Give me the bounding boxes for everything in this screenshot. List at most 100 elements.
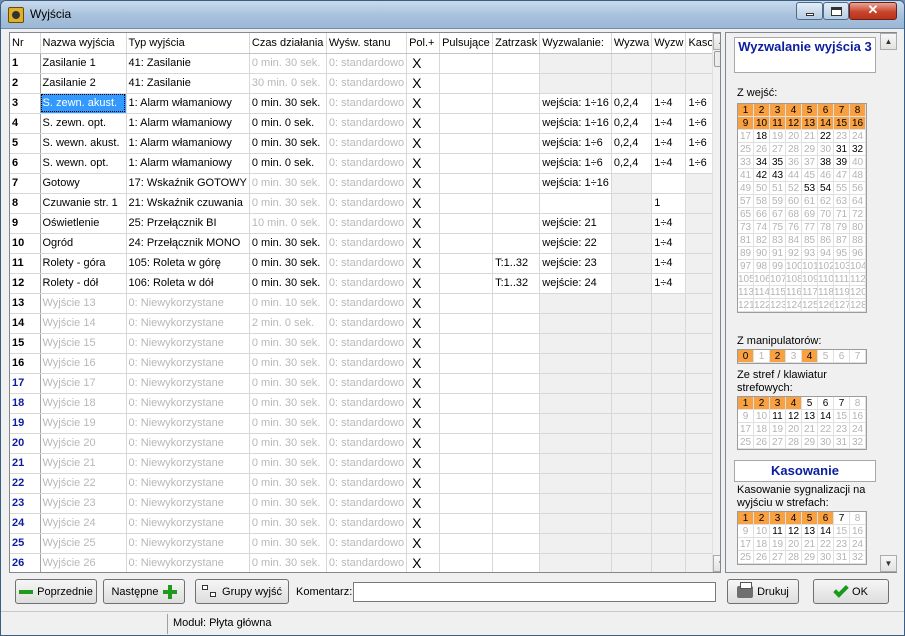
panel-scrollbar[interactable]: ▲ ▼ <box>880 33 897 572</box>
cell-state[interactable]: 0: standardowo <box>326 173 408 194</box>
selector-cell[interactable]: 33 <box>738 156 754 169</box>
column-header[interactable]: Nr <box>10 33 41 54</box>
selector-cell[interactable]: 1 <box>754 350 770 363</box>
table-row[interactable]: 26 Wyjście 26 0: Niewykorzystane 0 min. 30 … <box>10 553 717 572</box>
table-row[interactable]: 1 Zasilanie 1 41: Zasilanie 0 min. 30 sek. 0… <box>10 53 717 74</box>
selector-cell[interactable]: 85 <box>802 234 818 247</box>
cell-name[interactable]: Wyjście 18 <box>40 393 127 414</box>
selector-cell[interactable]: 19 <box>770 423 786 436</box>
cell-time[interactable]: 30 min. 0 sek. <box>249 73 327 94</box>
selector-cell[interactable]: 14 <box>818 117 834 130</box>
selector-cell[interactable]: 44 <box>786 169 802 182</box>
cell-state[interactable]: 0: standardowo <box>326 253 408 274</box>
cell-name[interactable]: Zasilanie 1 <box>40 53 127 74</box>
cell-name[interactable]: Czuwanie str. 1 <box>40 193 127 214</box>
comment-input[interactable] <box>353 582 716 602</box>
cell-latch[interactable] <box>492 373 541 394</box>
cell-puls[interactable] <box>439 493 494 514</box>
selector-cell[interactable]: 32 <box>850 436 866 449</box>
cell-type[interactable]: 0: Niewykorzystane <box>126 393 250 414</box>
cell-trig[interactable]: wejście: 22 <box>539 233 612 254</box>
cell-name[interactable]: Wyjście 13 <box>40 293 127 314</box>
cell-trig[interactable]: wejścia: 1÷6 <box>539 133 612 154</box>
print-button[interactable]: Drukuj <box>727 579 799 604</box>
cell-puls[interactable] <box>439 533 494 554</box>
scroll-up-icon[interactable]: ▲ <box>713 33 720 50</box>
selector-cell[interactable]: 15 <box>834 410 850 423</box>
cell-latch[interactable] <box>492 193 541 214</box>
cell-pol[interactable]: X <box>406 93 441 114</box>
output-groups-button[interactable]: Grupy wyjść <box>195 579 289 604</box>
table-row[interactable]: 15 Wyjście 15 0: Niewykorzystane 0 min. 30 … <box>10 333 717 354</box>
selector-cell[interactable]: 25 <box>738 551 754 564</box>
selector-cell[interactable]: 28 <box>786 551 802 564</box>
selector-cell[interactable]: 29 <box>802 143 818 156</box>
selector-cell[interactable]: 119 <box>834 286 850 299</box>
selector-cell[interactable]: 72 <box>850 208 866 221</box>
column-header[interactable]: Zatrzask <box>492 33 541 54</box>
cell-w2[interactable] <box>651 533 687 554</box>
selector-cell[interactable]: 25 <box>738 143 754 156</box>
selector-cell[interactable]: 30 <box>818 436 834 449</box>
cell-pol[interactable]: X <box>406 133 441 154</box>
cell-state[interactable]: 0: standardowo <box>326 133 408 154</box>
table-row[interactable]: 16 Wyjście 16 0: Niewykorzystane 0 min. 30 … <box>10 353 717 374</box>
close-button[interactable]: ✕ <box>849 2 897 20</box>
selector-cell[interactable]: 14 <box>818 410 834 423</box>
selector-cell[interactable]: 6 <box>818 512 834 525</box>
table-row[interactable]: 25 Wyjście 25 0: Niewykorzystane 0 min. 30 … <box>10 533 717 554</box>
selector-cell[interactable]: 2 <box>754 397 770 410</box>
selector-cell[interactable]: 11 <box>770 410 786 423</box>
selector-cell[interactable]: 70 <box>818 208 834 221</box>
selector-cell[interactable]: 48 <box>850 169 866 182</box>
table-row[interactable]: 24 Wyjście 24 0: Niewykorzystane 0 min. 30 … <box>10 513 717 534</box>
selector-cell[interactable]: 116 <box>786 286 802 299</box>
selector-cell[interactable]: 82 <box>754 234 770 247</box>
selector-cell[interactable]: 47 <box>834 169 850 182</box>
cell-type[interactable]: 1: Alarm włamaniowy <box>126 133 250 154</box>
cell-w2[interactable] <box>651 173 687 194</box>
table-row[interactable]: 8 Czuwanie str. 1 21: Wskaźnik czuwania 0 m… <box>10 193 717 214</box>
panel-scroll-up-icon[interactable]: ▲ <box>880 33 897 50</box>
cell-trig[interactable] <box>539 73 612 94</box>
selector-cell[interactable]: 5 <box>802 512 818 525</box>
selector-cell[interactable]: 112 <box>850 273 866 286</box>
selector-cell[interactable]: 120 <box>850 286 866 299</box>
cell-name[interactable]: Zasilanie 2 <box>40 73 127 94</box>
cell-trig[interactable] <box>539 393 612 414</box>
cell-time[interactable]: 0 min. 10 sek. <box>249 293 327 314</box>
cell-state[interactable]: 0: standardowo <box>326 113 408 134</box>
column-header[interactable]: Nazwa wyjścia <box>40 33 127 54</box>
cell-latch[interactable] <box>492 153 541 174</box>
selector-cell[interactable]: 4 <box>786 104 802 117</box>
cell-state[interactable]: 0: standardowo <box>326 433 408 454</box>
selector-cell[interactable]: 66 <box>754 208 770 221</box>
cell-state[interactable]: 0: standardowo <box>326 533 408 554</box>
selector-cell[interactable]: 36 <box>786 156 802 169</box>
cell-latch[interactable]: T:1..32 <box>492 253 541 274</box>
cell-w1[interactable] <box>611 273 653 294</box>
selector-cell[interactable]: 6 <box>818 397 834 410</box>
cell-pol[interactable]: X <box>406 253 441 274</box>
cell-w2[interactable] <box>651 553 687 572</box>
selector-cell[interactable]: 12 <box>786 410 802 423</box>
cell-type[interactable]: 24: Przełącznik MONO <box>126 233 250 254</box>
selector-cell[interactable]: 23 <box>834 130 850 143</box>
selector-cell[interactable]: 86 <box>818 234 834 247</box>
table-row[interactable]: 18 Wyjście 18 0: Niewykorzystane 0 min. 30 … <box>10 393 717 414</box>
cell-puls[interactable] <box>439 173 494 194</box>
cell-time[interactable]: 0 min. 0 sek. <box>249 113 327 134</box>
cell-puls[interactable] <box>439 373 494 394</box>
cell-latch[interactable] <box>492 53 541 74</box>
selector-cell[interactable]: 1 <box>738 512 754 525</box>
selector-cell[interactable]: 64 <box>850 195 866 208</box>
cell-trig[interactable]: wejścia: 1÷16 <box>539 93 612 114</box>
cell-name[interactable]: Rolety - dół <box>40 273 127 294</box>
cell-time[interactable]: 0 min. 30 sek. <box>249 373 327 394</box>
cell-type[interactable]: 17: Wskaźnik GOTOWY <box>126 173 250 194</box>
selector-cell[interactable]: 7 <box>834 104 850 117</box>
selector-cell[interactable]: 96 <box>850 247 866 260</box>
selector-cell[interactable]: 25 <box>738 436 754 449</box>
cell-puls[interactable] <box>439 73 494 94</box>
cell-name[interactable]: Wyjście 20 <box>40 433 127 454</box>
